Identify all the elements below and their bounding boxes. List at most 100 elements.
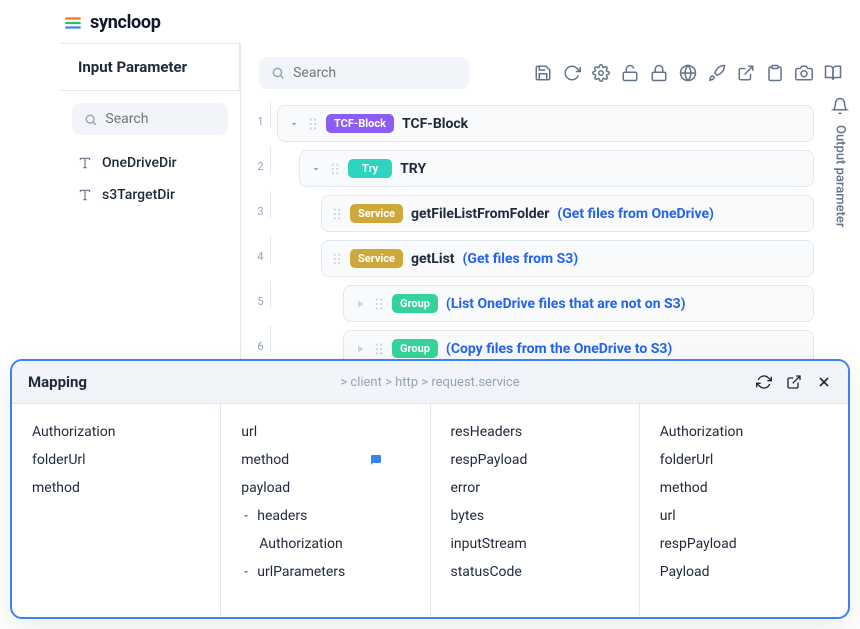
param-label: OneDriveDir <box>102 155 177 171</box>
step-tag: Service <box>350 204 403 223</box>
mapping-item[interactable]: bytes <box>451 502 619 530</box>
drag-handle-icon[interactable] <box>374 342 384 356</box>
mapping-label: Authorization <box>32 424 115 440</box>
sidebar-search[interactable] <box>72 103 228 135</box>
sidebar-search-input[interactable] <box>105 111 216 127</box>
workspace-search[interactable] <box>259 57 469 89</box>
mapping-item[interactable]: Payload <box>660 558 828 586</box>
refresh-icon[interactable] <box>563 64 581 82</box>
line-number: 1 <box>251 101 271 128</box>
mapping-item[interactable]: error <box>451 474 619 502</box>
output-parameter-label[interactable]: Output parameter <box>833 125 848 227</box>
marker-icon <box>370 454 382 466</box>
search-icon <box>271 65 285 81</box>
sidebar: Input Parameter OneDriveDirs3TargetDir <box>0 43 240 371</box>
param-item[interactable]: OneDriveDir <box>66 147 234 179</box>
close-icon[interactable] <box>816 374 832 390</box>
mapping-title: Mapping <box>28 373 87 391</box>
step-desc: (Copy files from the OneDrive to S3) <box>446 341 672 357</box>
rocket-icon[interactable] <box>708 64 726 82</box>
text-type-icon <box>78 188 92 202</box>
mapping-item[interactable]: method <box>241 446 409 474</box>
mapping-item[interactable]: url <box>660 502 828 530</box>
param-label: s3TargetDir <box>102 187 175 203</box>
step-card[interactable]: Group (List OneDrive files that are not … <box>343 285 814 322</box>
clipboard-icon[interactable] <box>766 64 784 82</box>
expand-icon[interactable] <box>786 374 802 390</box>
mapping-label: statusCode <box>451 564 522 580</box>
step-row: 3 Service getFileListFromFolder (Get fil… <box>251 191 814 236</box>
mapping-label: folderUrl <box>32 452 86 468</box>
chevron-down-icon[interactable] <box>241 511 251 521</box>
logo-icon <box>64 14 82 32</box>
mapping-panel: Mapping > client > http > request.servic… <box>10 359 850 619</box>
step-label: getFileListFromFolder <box>411 206 549 222</box>
lock-icon[interactable] <box>650 64 668 82</box>
step-row: 1 TCF-Block TCF-Block <box>251 101 814 146</box>
chevron-down-icon[interactable] <box>288 118 300 130</box>
mapping-item[interactable]: folderUrl <box>660 446 828 474</box>
step-card[interactable]: TCF-Block TCF-Block <box>277 105 814 142</box>
mapping-item[interactable]: url <box>241 418 409 446</box>
mapping-item[interactable]: Authorization <box>660 418 828 446</box>
mapping-item[interactable]: folderUrl <box>32 446 200 474</box>
line-number: 2 <box>251 146 271 173</box>
mapping-item[interactable]: method <box>32 474 200 502</box>
mapping-item[interactable]: statusCode <box>451 558 619 586</box>
mapping-label: headers <box>257 508 307 524</box>
workspace: Output parameter 1 TCF-Block TCF-Block 2… <box>240 43 860 371</box>
play-icon[interactable] <box>354 343 366 355</box>
mapping-item[interactable]: Authorization <box>32 418 200 446</box>
mapping-label: method <box>32 480 80 496</box>
globe-icon[interactable] <box>679 64 697 82</box>
mapping-item[interactable]: headers <box>241 502 409 530</box>
drag-handle-icon[interactable] <box>332 207 342 221</box>
mapping-label: respPayload <box>660 536 737 552</box>
search-icon <box>84 111 97 127</box>
step-tag: Try <box>348 159 392 178</box>
mapping-item[interactable]: method <box>660 474 828 502</box>
mapping-col-2: urlmethodpayload headers Authorization urlP… <box>221 404 430 617</box>
external-icon[interactable] <box>737 64 755 82</box>
save-icon[interactable] <box>534 64 552 82</box>
mapping-label: inputStream <box>451 536 527 552</box>
step-card[interactable]: Service getFileListFromFolder (Get files… <box>321 195 814 232</box>
chevron-down-icon[interactable] <box>310 163 322 175</box>
step-row: 5 Group (List OneDrive files that are no… <box>251 281 814 326</box>
mapping-label: Payload <box>660 564 710 580</box>
workspace-search-input[interactable] <box>293 65 457 81</box>
mapping-label: Authorization <box>259 536 342 552</box>
step-tag: TCF-Block <box>326 114 394 133</box>
step-card[interactable]: Service getList (Get files from S3) <box>321 240 814 277</box>
play-icon[interactable] <box>354 298 366 310</box>
line-number: 3 <box>251 191 271 218</box>
mapping-item[interactable]: inputStream <box>451 530 619 558</box>
mapping-item[interactable]: resHeaders <box>451 418 619 446</box>
mapping-item[interactable]: urlParameters <box>241 558 409 586</box>
mapping-label: resHeaders <box>451 424 523 440</box>
camera-icon[interactable] <box>795 64 813 82</box>
drag-handle-icon[interactable] <box>330 162 340 176</box>
drag-handle-icon[interactable] <box>332 252 342 266</box>
step-tag: Service <box>350 249 403 268</box>
mapping-label: error <box>451 480 481 496</box>
mapping-item[interactable]: respPayload <box>660 530 828 558</box>
mapping-label: urlParameters <box>257 564 345 580</box>
mapping-item[interactable]: payload <box>241 474 409 502</box>
line-number: 4 <box>251 236 271 263</box>
logo: syncloop <box>0 0 860 43</box>
step-card[interactable]: Try TRY <box>299 150 814 187</box>
unlock-icon[interactable] <box>621 64 639 82</box>
sync-icon[interactable] <box>756 374 772 390</box>
param-item[interactable]: s3TargetDir <box>66 179 234 211</box>
chevron-down-icon[interactable] <box>241 567 251 577</box>
settings-icon[interactable] <box>592 64 610 82</box>
bell-icon[interactable] <box>831 97 849 115</box>
mapping-item[interactable]: respPayload <box>451 446 619 474</box>
mapping-item[interactable]: Authorization <box>241 530 409 558</box>
drag-handle-icon[interactable] <box>374 297 384 311</box>
step-desc: (List OneDrive files that are not on S3) <box>446 296 686 312</box>
toolbar <box>534 64 842 82</box>
drag-handle-icon[interactable] <box>308 117 318 131</box>
output-rail: Output parameter <box>820 79 860 245</box>
